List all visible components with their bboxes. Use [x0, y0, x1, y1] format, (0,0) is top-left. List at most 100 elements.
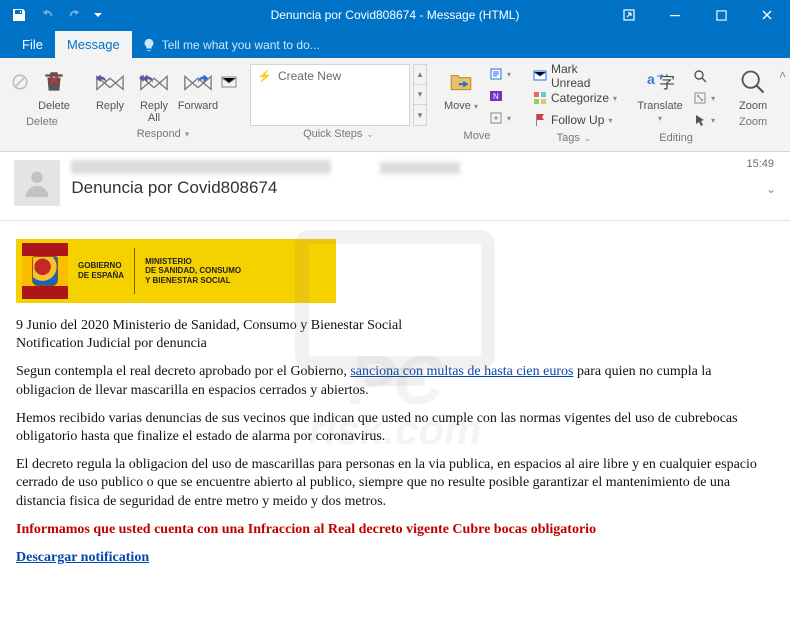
scroll-up-icon[interactable]: ▴ — [414, 65, 426, 85]
delete-icon — [38, 66, 70, 98]
ribbon-tabs: File Message Tell me what you want to do… — [0, 30, 790, 58]
categorize-icon — [533, 91, 547, 105]
envelope-icon — [533, 69, 547, 83]
tab-file[interactable]: File — [10, 31, 55, 58]
group-delete: Delete Delete — [4, 62, 80, 151]
group-respond: Reply Reply All Forward Respond▾ — [84, 62, 242, 151]
tell-me-search[interactable]: Tell me what you want to do... — [132, 32, 330, 58]
group-label-quick-steps: Quick Steps⌄ — [250, 126, 427, 143]
quick-steps-gallery[interactable]: ⚡ Create New — [250, 64, 410, 126]
to-address-blurred — [380, 162, 460, 174]
body-line-2: Notification Judicial por denuncia — [16, 335, 774, 353]
create-new-label: Create New — [278, 69, 341, 83]
svg-text:a: a — [647, 71, 655, 87]
delete-button[interactable]: Delete — [32, 64, 76, 114]
group-quick-steps: ⚡ Create New ▴ ▾ ▾ Quick Steps⌄ — [246, 62, 431, 151]
body-line-1: 9 Junio del 2020 Ministerio de Sanidad, … — [16, 317, 774, 335]
received-time: 15:49 — [746, 158, 774, 170]
move-label: Move — [444, 100, 471, 112]
logo-gobierno-text: GOBIERNO DE ESPAÑA — [78, 261, 124, 280]
expand-header-icon[interactable]: ⌄ — [766, 182, 776, 196]
forward-icon — [182, 66, 214, 98]
flag-icon — [533, 113, 547, 127]
zoom-label: Zoom — [739, 100, 767, 112]
follow-up-button[interactable]: Follow Up ▾ — [529, 110, 621, 130]
qat-customize-icon[interactable] — [90, 2, 106, 28]
categorize-button[interactable]: Categorize ▾ — [529, 88, 621, 108]
person-icon — [20, 166, 54, 200]
save-icon[interactable] — [6, 2, 32, 28]
ministry-logo-banner: GOBIERNO DE ESPAÑA MINISTERIO DE SANIDAD… — [16, 239, 336, 303]
group-label-move: Move — [439, 128, 515, 145]
window-maximize-icon[interactable] — [698, 0, 744, 30]
group-tags: Mark Unread Categorize ▾ Follow Up ▾ Tag… — [523, 62, 625, 151]
reply-all-button[interactable]: Reply All — [132, 64, 176, 126]
related-button[interactable]: ▾ — [689, 88, 719, 108]
mark-unread-label: Mark Unread — [551, 62, 617, 90]
title-bar: Denuncia por Covid808674 - Message (HTML… — [0, 0, 790, 30]
window-popout-icon[interactable] — [606, 0, 652, 30]
move-button[interactable]: Move ▾ — [439, 64, 483, 114]
reply-label: Reply — [96, 100, 124, 112]
group-zoom: Zoom Zoom — [727, 62, 779, 151]
ribbon: Delete Delete Reply Reply All Forward Re… — [0, 58, 790, 152]
svg-text:N: N — [493, 92, 499, 101]
reply-icon — [94, 66, 126, 98]
collapse-ribbon-icon[interactable]: ˄ — [779, 62, 786, 151]
find-button[interactable] — [689, 66, 719, 86]
window-minimize-icon[interactable] — [652, 0, 698, 30]
message-subject: Denuncia por Covid808674 — [71, 178, 331, 198]
group-label-respond: Respond▾ — [88, 126, 238, 143]
body-paragraph-3: El decreto regula la obligacion del uso … — [16, 456, 774, 511]
zoom-icon — [737, 66, 769, 98]
group-label-delete: Delete — [8, 114, 76, 131]
onenote-icon: N — [489, 89, 503, 103]
expand-gallery-icon[interactable]: ▾ — [414, 105, 426, 125]
avatar — [14, 160, 60, 206]
message-body: GOBIERNO DE ESPAÑA MINISTERIO DE SANIDAD… — [0, 221, 790, 595]
sanction-link[interactable]: sanciona con multas de hasta cien euros — [350, 364, 573, 379]
zoom-button[interactable]: Zoom — [731, 64, 775, 114]
group-editing: a字 Translate▾ ▾ ▾ Editing — [629, 62, 723, 151]
translate-label: Translate — [637, 100, 682, 112]
reply-all-label: Reply All — [140, 100, 168, 124]
download-notification-link[interactable]: Descargar notification — [16, 550, 149, 565]
rules-icon — [489, 67, 503, 81]
reply-all-icon — [138, 66, 170, 98]
coat-of-arms-icon — [32, 256, 58, 286]
undo-icon[interactable] — [34, 2, 60, 28]
rules-button[interactable]: ▾ — [485, 64, 515, 84]
lightbulb-icon — [142, 38, 156, 52]
window-close-icon[interactable] — [744, 0, 790, 30]
select-button[interactable]: ▾ — [689, 110, 719, 130]
onenote-button[interactable]: N — [485, 86, 515, 106]
group-label-tags: Tags⌄ — [527, 130, 621, 147]
body-paragraph-2: Hemos recibido varias denuncias de sus v… — [16, 410, 774, 446]
ignore-button[interactable] — [8, 64, 32, 100]
reply-button[interactable]: Reply — [88, 64, 132, 114]
delete-label: Delete — [38, 100, 70, 112]
move-folder-icon — [445, 66, 477, 98]
message-header: Denuncia por Covid808674 15:49 ⌄ — [0, 152, 790, 221]
group-label-editing: Editing — [633, 130, 719, 147]
tab-message[interactable]: Message — [55, 31, 132, 58]
logo-ministerio-text: MINISTERIO DE SANIDAD, CONSUMO Y BIENEST… — [145, 257, 241, 286]
mark-unread-button[interactable]: Mark Unread — [529, 66, 621, 86]
translate-button[interactable]: a字 Translate▾ — [633, 64, 687, 126]
actions-button[interactable]: ▾ — [485, 108, 515, 128]
group-label-zoom: Zoom — [731, 114, 775, 131]
group-move: Move ▾ ▾ N ▾ Move — [435, 62, 519, 151]
body-paragraph-1: Segun contempla el real decreto aprobado… — [16, 363, 774, 399]
categorize-label: Categorize — [551, 91, 609, 105]
related-icon — [693, 91, 707, 105]
follow-up-label: Follow Up — [551, 113, 604, 127]
infraction-notice: Informamos que usted cuenta con una Infr… — [16, 521, 774, 539]
quick-steps-scroll[interactable]: ▴ ▾ ▾ — [413, 64, 427, 126]
respond-more-button[interactable] — [220, 64, 238, 100]
translate-icon: a字 — [644, 66, 676, 98]
tell-me-label: Tell me what you want to do... — [162, 38, 320, 52]
scroll-down-icon[interactable]: ▾ — [414, 85, 426, 105]
actions-icon — [489, 111, 503, 125]
lightning-icon: ⚡ — [257, 69, 272, 83]
redo-icon[interactable] — [62, 2, 88, 28]
